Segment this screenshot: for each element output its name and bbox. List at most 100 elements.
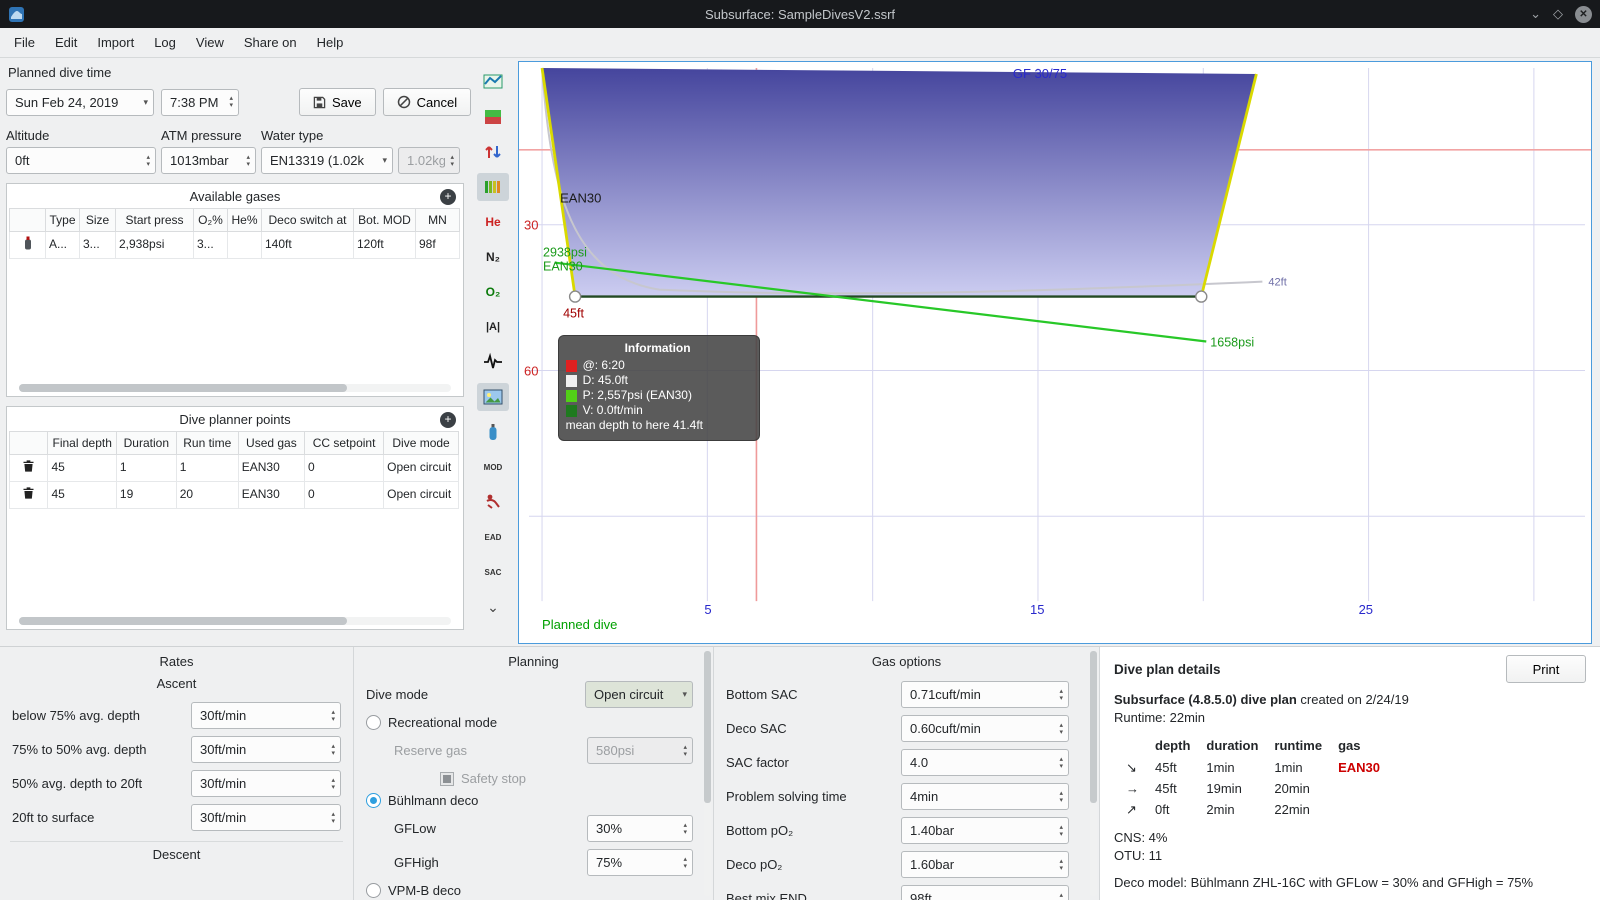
menu-log[interactable]: Log <box>144 30 186 55</box>
buhlmann-deco-radio[interactable] <box>366 793 381 808</box>
safety-stop-checkbox[interactable] <box>440 771 454 786</box>
dive-profile-chart[interactable]: GF 30/75 EAN30 2938psi EAN30 45ft 42ft 1… <box>518 61 1592 644</box>
vertical-scrollbar[interactable] <box>1090 651 1097 896</box>
spinner-arrows[interactable]: ▴▾ <box>1054 892 1063 900</box>
photos-icon[interactable] <box>477 383 509 411</box>
spinner-arrows[interactable]: ▴▾ <box>1054 790 1063 804</box>
add-gas-button[interactable]: + <box>440 189 456 205</box>
planner-point-row[interactable]: 45 19 20 EAN30 0 Open circuit <box>8 480 459 509</box>
po2-graph-icon[interactable] <box>477 68 509 96</box>
col-type[interactable]: Type <box>45 208 80 232</box>
col-deco-switch[interactable]: Deco switch at <box>261 208 354 232</box>
temperature-icon[interactable] <box>477 138 509 166</box>
spinner-arrows[interactable]: ▴▾ <box>326 777 335 791</box>
gfhigh-spinner[interactable]: 75% ▴ ▾ <box>587 849 693 876</box>
spinner-arrows[interactable]: ▴▾ <box>241 154 250 168</box>
ascent-rate-spinner[interactable]: 30ft/min ▴ ▾ <box>191 770 341 797</box>
maximize-icon[interactable]: ◇ <box>1553 6 1563 22</box>
col-he[interactable]: He% <box>227 208 262 232</box>
water-type-select[interactable]: EN13319 (1.02k ▾ <box>261 147 393 174</box>
spinner-arrows[interactable]: ▴▾ <box>141 154 150 168</box>
atm-pressure-spinner[interactable]: 1013mbar ▴ ▾ <box>161 147 256 174</box>
deco-po2-spinner[interactable]: 1.60bar ▴ ▾ <box>901 851 1069 878</box>
menu-edit[interactable]: Edit <box>45 30 87 55</box>
col-bot-mod[interactable]: Bot. MOD <box>353 208 416 232</box>
col-start-press[interactable]: Start press <box>115 208 194 232</box>
menu-view[interactable]: View <box>186 30 234 55</box>
ead-icon[interactable]: EAD <box>477 523 509 551</box>
scrollbar-thumb[interactable] <box>1090 651 1097 803</box>
col-run-time[interactable]: Run time <box>175 431 239 455</box>
scrollbar-thumb[interactable] <box>19 617 348 625</box>
spin-up-icon[interactable]: ▴ <box>229 95 233 102</box>
planner-point-row[interactable]: 45 1 1 EAN30 0 Open circuit <box>8 454 459 482</box>
col-icon[interactable] <box>8 431 49 455</box>
menu-file[interactable]: File <box>4 30 45 55</box>
close-icon[interactable]: ✕ <box>1575 5 1592 23</box>
col-final-depth[interactable]: Final depth <box>47 431 117 455</box>
spinner-arrows[interactable]: ▴▾ <box>1054 688 1063 702</box>
spin-down-icon[interactable]: ▾ <box>229 102 233 109</box>
sac-factor-spinner[interactable]: 4.0 ▴ ▾ <box>901 749 1069 776</box>
recreational-mode-radio[interactable] <box>366 715 381 730</box>
ceiling-icon[interactable] <box>477 103 509 131</box>
sac-icon[interactable]: SAC <box>477 558 509 586</box>
spinner-arrows[interactable]: ▴▾ <box>326 709 335 723</box>
spinner-arrows[interactable]: ▴▾ <box>678 822 687 836</box>
planner-handle[interactable] <box>1195 290 1208 303</box>
delete-point-icon[interactable] <box>8 454 49 482</box>
spinner-arrows[interactable]: ▴▾ <box>326 743 335 757</box>
cancel-button[interactable]: Cancel <box>382 88 472 116</box>
spinner-arrows[interactable]: ▴▾ <box>1054 824 1063 838</box>
altitude-spinner[interactable]: 0ft ▴ ▾ <box>6 147 156 174</box>
bottom-sac-spinner[interactable]: 0.71cuft/min ▴ ▾ <box>901 681 1069 708</box>
menu-import[interactable]: Import <box>87 30 144 55</box>
spinner-arrows[interactable]: ▴▾ <box>1054 722 1063 736</box>
horizontal-scrollbar[interactable] <box>19 617 451 625</box>
scrollbar-thumb[interactable] <box>19 384 348 392</box>
vertical-scrollbar[interactable] <box>704 651 711 896</box>
horizontal-scrollbar[interactable] <box>19 384 451 392</box>
gas-row[interactable]: A... 3... 2,938psi 3... 140ft 120ft 98f <box>9 231 460 259</box>
spinner-arrows[interactable]: ▴▾ <box>224 95 233 109</box>
col-cc-setpoint[interactable]: CC setpoint <box>304 431 385 455</box>
cylinder-use-icon[interactable] <box>9 231 46 259</box>
heart-rate-icon[interactable] <box>477 348 509 376</box>
ascent-rate-spinner[interactable]: 30ft/min ▴ ▾ <box>191 736 341 763</box>
add-point-button[interactable]: + <box>440 412 456 428</box>
problem-solving-time-spinner[interactable]: 4min ▴ ▾ <box>901 783 1069 810</box>
deco-sac-spinner[interactable]: 0.60cuft/min ▴ ▾ <box>901 715 1069 742</box>
menu-help[interactable]: Help <box>307 30 354 55</box>
col-size[interactable]: Size <box>79 208 116 232</box>
titlebar[interactable]: Subsurface: SampleDivesV2.ssrf ⌄ ◇ ✕ <box>0 0 1600 28</box>
dive-mode-select[interactable]: Open circuit ▾ <box>585 681 693 708</box>
tank-pressure-icon[interactable] <box>477 418 509 446</box>
print-button[interactable]: Print <box>1506 655 1586 683</box>
menu-share-on[interactable]: Share on <box>234 30 307 55</box>
ascent-rate-spinner[interactable]: 30ft/min ▴ ▾ <box>191 702 341 729</box>
col-o2[interactable]: O₂% <box>193 208 228 232</box>
helium-icon[interactable]: He <box>477 208 509 236</box>
bottom-po2-spinner[interactable]: 1.40bar ▴ ▾ <box>901 817 1069 844</box>
minimize-icon[interactable]: ⌄ <box>1530 6 1541 22</box>
time-spinner[interactable]: 7:38 PM ▴ ▾ <box>161 88 239 116</box>
gflow-spinner[interactable]: 30% ▴ ▾ <box>587 815 693 842</box>
save-button[interactable]: Save <box>299 88 376 116</box>
spinner-arrows[interactable]: ▴▾ <box>678 856 687 870</box>
col-mnd[interactable]: MN <box>415 208 460 232</box>
col-duration[interactable]: Duration <box>115 431 177 455</box>
delete-point-icon[interactable] <box>8 480 49 509</box>
planner-handle[interactable] <box>568 290 582 303</box>
dc-ceiling-icon[interactable] <box>477 488 509 516</box>
col-dive-mode[interactable]: Dive mode <box>383 431 459 455</box>
scroll-down-icon[interactable]: ⌄ <box>477 593 509 621</box>
col-used-gas[interactable]: Used gas <box>237 431 306 455</box>
tissues-icon[interactable] <box>477 173 509 201</box>
oxygen-icon[interactable]: O₂ <box>477 278 509 306</box>
nitrogen-icon[interactable]: N₂ <box>477 243 509 271</box>
best-mix-end-spinner[interactable]: 98ft ▴▾ <box>901 885 1069 900</box>
date-select[interactable]: Sun Feb 24, 2019 ▾ <box>6 88 154 116</box>
col-icon[interactable] <box>9 208 46 232</box>
ascent-rate-spinner[interactable]: 30ft/min ▴ ▾ <box>191 804 341 831</box>
mod-icon[interactable]: MOD <box>477 453 509 481</box>
